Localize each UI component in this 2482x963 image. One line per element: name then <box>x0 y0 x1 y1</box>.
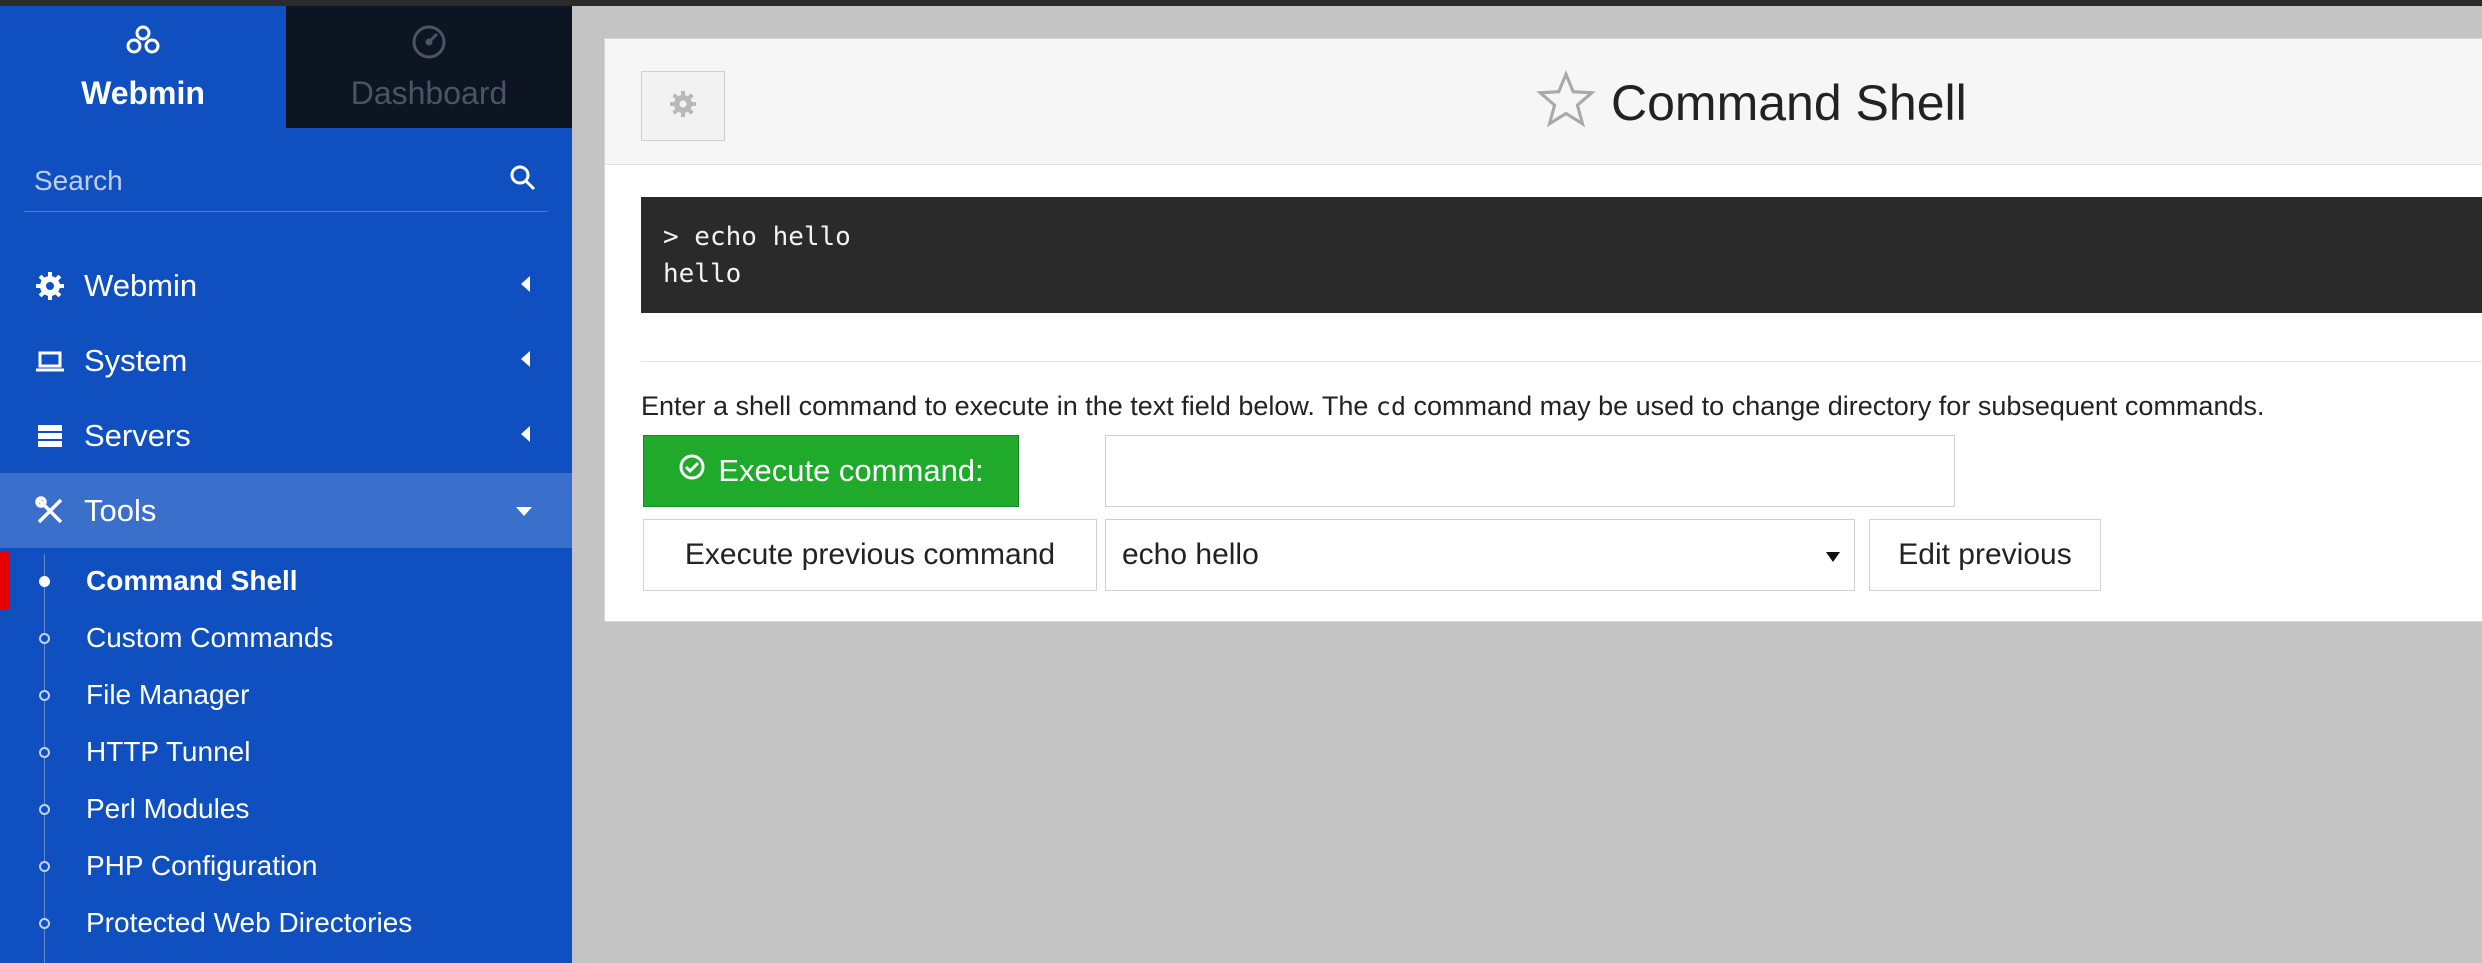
page-title: Command Shell <box>1611 74 1967 131</box>
server-icon <box>34 420 66 452</box>
divider <box>641 361 2482 362</box>
panel-header: Command Shell <box>605 39 2482 165</box>
sidebar-item-label: Custom Commands <box>86 621 334 653</box>
sidebar-item-system[interactable]: System <box>0 323 572 398</box>
help-text-part: Enter a shell command to execute in the … <box>641 391 1376 421</box>
sidebar-item-label: System <box>84 342 188 378</box>
sidebar-item-custom-commands[interactable]: Custom Commands <box>0 609 572 666</box>
sidebar-item-command-shell[interactable]: Command Shell <box>0 552 572 609</box>
sidebar-item-label: Perl Modules <box>86 792 250 824</box>
sidebar-item-label: Protected Web Directories <box>86 906 413 938</box>
bullet-icon <box>39 690 50 701</box>
sidebar-item-tools[interactable]: Tools <box>0 473 572 548</box>
star-icon[interactable] <box>1535 69 1597 136</box>
search-icon[interactable] <box>508 163 538 198</box>
bullet-icon <box>39 576 50 587</box>
tools-icon <box>34 495 66 527</box>
sidebar-item-perl-modules[interactable]: Perl Modules <box>0 780 572 837</box>
sidebar-item-file-manager[interactable]: File Manager <box>0 666 572 723</box>
edit-previous-button[interactable]: Edit previous <box>1869 519 2101 591</box>
dropdown-arrow-icon <box>1826 552 1840 562</box>
active-marker <box>0 552 9 609</box>
search-input[interactable]: Search <box>34 165 123 197</box>
gear-icon <box>668 89 698 124</box>
help-text-part: command may be used to change directory … <box>1406 391 2265 421</box>
bullet-icon <box>39 861 50 872</box>
sidebar: Webmin Dashboard Search Webmin System Se… <box>0 6 572 963</box>
execute-command-button[interactable]: Execute command: <box>643 435 1019 507</box>
previous-command-select[interactable]: echo hello <box>1105 519 1855 591</box>
sidebar-search[interactable]: Search <box>24 150 548 212</box>
tools-submenu: Command Shell Custom Commands File Manag… <box>0 548 572 963</box>
sidebar-tabs: Webmin Dashboard <box>0 6 572 128</box>
check-circle-icon <box>678 453 706 489</box>
sidebar-item-label: File Manager <box>86 678 250 710</box>
bullet-icon <box>39 804 50 815</box>
sidebar-item-label: Command Shell <box>86 564 298 596</box>
cd-code: cd <box>1375 392 1407 421</box>
title-group: Command Shell <box>1535 69 1967 136</box>
sidebar-item-php-configuration[interactable]: PHP Configuration <box>0 837 572 894</box>
main-panel: Command Shell > echo hello hello Enter a… <box>604 38 2482 622</box>
terminal-output: > echo hello hello <box>641 197 2482 313</box>
previous-command-value: echo hello <box>1122 538 1259 571</box>
bullet-icon <box>39 747 50 758</box>
help-text: Enter a shell command to execute in the … <box>641 391 2264 422</box>
chevron-left-icon <box>521 276 530 292</box>
sidebar-item-label: Servers <box>84 417 191 453</box>
sidebar-item-label: PHP Configuration <box>86 849 318 881</box>
bullet-icon <box>39 918 50 929</box>
chevron-down-icon <box>516 507 532 516</box>
sidebar-item-label: HTTP Tunnel <box>86 735 251 767</box>
execute-previous-button[interactable]: Execute previous command <box>643 519 1097 591</box>
webmin-logo-icon <box>123 22 163 67</box>
sidebar-item-label: Webmin <box>84 267 198 303</box>
sidebar-item-servers[interactable]: Servers <box>0 398 572 473</box>
chevron-left-icon <box>521 351 530 367</box>
tab-dashboard-label: Dashboard <box>350 75 508 111</box>
gear-icon <box>34 270 66 302</box>
chevron-left-icon <box>521 426 530 442</box>
sidebar-item-protected-web-directories[interactable]: Protected Web Directories <box>0 894 572 951</box>
sidebar-item-label: Tools <box>84 492 157 528</box>
tab-webmin[interactable]: Webmin <box>0 6 286 128</box>
bullet-icon <box>39 633 50 644</box>
laptop-icon <box>34 345 66 377</box>
sidebar-item-webmin[interactable]: Webmin <box>0 248 572 323</box>
sidebar-item-http-tunnel[interactable]: HTTP Tunnel <box>0 723 572 780</box>
dashboard-gauge-icon <box>409 22 449 67</box>
tab-dashboard[interactable]: Dashboard <box>286 6 572 128</box>
tab-webmin-label: Webmin <box>81 75 205 111</box>
module-config-button[interactable] <box>641 71 725 141</box>
command-input[interactable] <box>1105 435 1955 507</box>
execute-command-label: Execute command: <box>718 453 984 488</box>
sidebar-menu: Webmin System Servers Tools Command Shel… <box>0 248 572 963</box>
